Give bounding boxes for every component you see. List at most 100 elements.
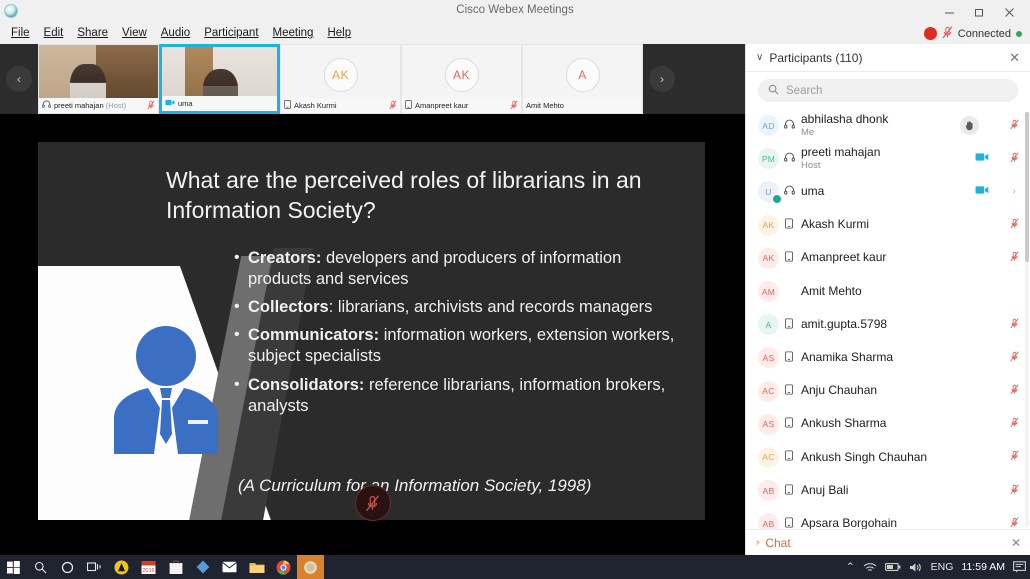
- taskbar-icons: 2016: [0, 555, 324, 579]
- close-button[interactable]: [994, 2, 1024, 22]
- video-icon[interactable]: [975, 152, 989, 165]
- close-icon[interactable]: ✕: [1009, 50, 1020, 66]
- chevron-right-icon[interactable]: ›: [1007, 186, 1021, 197]
- mic-muted-icon[interactable]: [1007, 251, 1021, 265]
- filmstrip-prev-button[interactable]: ‹: [6, 66, 32, 92]
- video-thumbnail[interactable]: uma: [159, 44, 280, 114]
- participant-name: Ankush Singh Chauhan: [801, 450, 928, 464]
- task-view-icon[interactable]: [81, 555, 108, 579]
- recording-icon[interactable]: [923, 27, 937, 40]
- menu-item-meeting[interactable]: Meeting: [266, 26, 321, 42]
- participant-row[interactable]: AS Ankush Sharma: [746, 408, 1030, 441]
- participants-scrollbar[interactable]: [1025, 112, 1029, 527]
- video-thumbnail[interactable]: preeti mahajan (Host): [38, 44, 159, 114]
- search-icon[interactable]: [27, 555, 54, 579]
- wifi-icon[interactable]: [863, 562, 877, 573]
- language-indicator[interactable]: ENG: [931, 561, 954, 573]
- menu-item-audio[interactable]: Audio: [154, 26, 197, 42]
- maximize-button[interactable]: [964, 2, 994, 22]
- chrome-icon[interactable]: [270, 555, 297, 579]
- battery-icon[interactable]: [884, 562, 901, 572]
- participants-panel-title: Participants (110): [769, 50, 863, 65]
- chevron-right-icon: ›: [660, 72, 664, 86]
- chevron-left-icon: ‹: [17, 72, 21, 86]
- menu-share-label: Share: [77, 27, 109, 40]
- windows-taskbar: 2016 ⌃ ENG 11:59 AM: [0, 555, 1030, 579]
- menu-item-participant[interactable]: Participant: [197, 26, 265, 42]
- participants-search-bar: Search: [746, 72, 1030, 108]
- mic-muted-icon[interactable]: [1007, 484, 1021, 498]
- participant-role: Me: [801, 126, 815, 138]
- chat-section[interactable]: › Chat ✕: [746, 529, 1030, 555]
- window-title: Cisco Webex Meetings: [456, 4, 574, 16]
- menu-item-help[interactable]: Help: [320, 26, 358, 42]
- bullet-rest: : librarians, archivists and records man…: [328, 298, 653, 317]
- file-explorer-icon[interactable]: [243, 555, 270, 579]
- chat-close-icon[interactable]: ✕: [1011, 536, 1021, 550]
- search-input[interactable]: Search: [758, 79, 1018, 102]
- menu-item-edit[interactable]: Edit: [37, 26, 71, 42]
- start-button[interactable]: [0, 555, 27, 579]
- antivirus-icon[interactable]: [108, 555, 135, 579]
- tray-expand-icon[interactable]: ⌃: [846, 561, 855, 573]
- host-badge: (Host): [103, 101, 127, 110]
- phone-icon: [779, 384, 799, 398]
- phone-icon: [779, 251, 799, 265]
- menu-item-share[interactable]: Share: [70, 26, 115, 42]
- mail-icon[interactable]: [216, 555, 243, 579]
- participant-role: Host: [801, 159, 821, 171]
- phone-icon: [405, 100, 412, 111]
- participant-row[interactable]: AS Anamika Sharma: [746, 341, 1030, 374]
- video-thumbnail[interactable]: AK Akash Kurmi: [280, 44, 401, 114]
- video-icon[interactable]: [975, 185, 989, 198]
- mic-muted-icon[interactable]: [1007, 384, 1021, 398]
- minimize-button[interactable]: [934, 2, 964, 22]
- video-thumbnail[interactable]: AK Amanpreet kaur: [401, 44, 522, 114]
- mic-muted-icon[interactable]: [942, 26, 953, 41]
- participant-row[interactable]: AB Anuj Bali: [746, 474, 1030, 507]
- action-center-icon[interactable]: [1013, 561, 1026, 573]
- participant-row[interactable]: Aamit.gupta.5798: [746, 308, 1030, 341]
- microsoft-store-icon[interactable]: [162, 555, 189, 579]
- menu-item-file[interactable]: File: [4, 26, 37, 42]
- mic-muted-icon[interactable]: [1007, 118, 1021, 133]
- participant-name: preeti mahajan: [801, 146, 881, 160]
- participant-name: uma: [801, 185, 825, 199]
- participant-row[interactable]: Uuma ›: [746, 175, 1030, 208]
- webex-taskbar-icon[interactable]: [297, 555, 324, 579]
- participant-row[interactable]: AM Amit Mehto: [746, 275, 1030, 308]
- volume-icon[interactable]: [909, 562, 923, 573]
- filmstrip-next-button[interactable]: ›: [649, 66, 675, 92]
- diamond-app-icon[interactable]: [189, 555, 216, 579]
- participant-row[interactable]: AC Ankush Singh Chauhan: [746, 441, 1030, 474]
- mic-muted-icon[interactable]: [1007, 351, 1021, 365]
- businessman-icon: [104, 322, 228, 454]
- participant-row[interactable]: AK Amanpreet kaur: [746, 242, 1030, 275]
- menu-audio-label: Audio: [160, 27, 191, 40]
- mic-muted-icon[interactable]: [1007, 417, 1021, 431]
- mic-muted-icon[interactable]: [1007, 318, 1021, 332]
- mic-muted-icon[interactable]: [1007, 152, 1021, 166]
- chevron-right-icon[interactable]: ›: [756, 537, 759, 548]
- mic-muted-icon[interactable]: [1007, 450, 1021, 464]
- slide-bullet: Consolidators: reference librarians, inf…: [234, 375, 684, 417]
- participant-row[interactable]: AC Anju Chauhan: [746, 375, 1030, 408]
- participant-row[interactable]: AD abhilasha dhonk Me: [746, 109, 1030, 142]
- avatar: AK: [758, 214, 779, 236]
- chevron-down-icon[interactable]: ∨: [756, 52, 763, 63]
- phone-icon: [779, 417, 799, 431]
- scrollbar-thumb[interactable]: [1025, 112, 1029, 262]
- stage-mic-muted-icon[interactable]: [354, 485, 391, 521]
- headset-icon: [779, 152, 799, 166]
- office-2016-icon[interactable]: 2016: [135, 555, 162, 579]
- menu-item-view[interactable]: View: [115, 26, 154, 42]
- cortana-icon[interactable]: [54, 555, 81, 579]
- participant-row[interactable]: AK Akash Kurmi: [746, 209, 1030, 242]
- clock[interactable]: 11:59 AM: [961, 561, 1005, 573]
- raise-hand-icon[interactable]: [960, 116, 979, 136]
- participant-row[interactable]: PM preeti mahajan Host: [746, 142, 1030, 175]
- mic-muted-icon[interactable]: [1007, 218, 1021, 232]
- participants-list: AD abhilasha dhonk Me PM preeti mahajan Host U…: [746, 109, 1030, 533]
- video-thumbnail[interactable]: A Amit Mehto: [522, 44, 643, 114]
- participant-name-wrap: Ankush Singh Chauhan: [799, 451, 1007, 465]
